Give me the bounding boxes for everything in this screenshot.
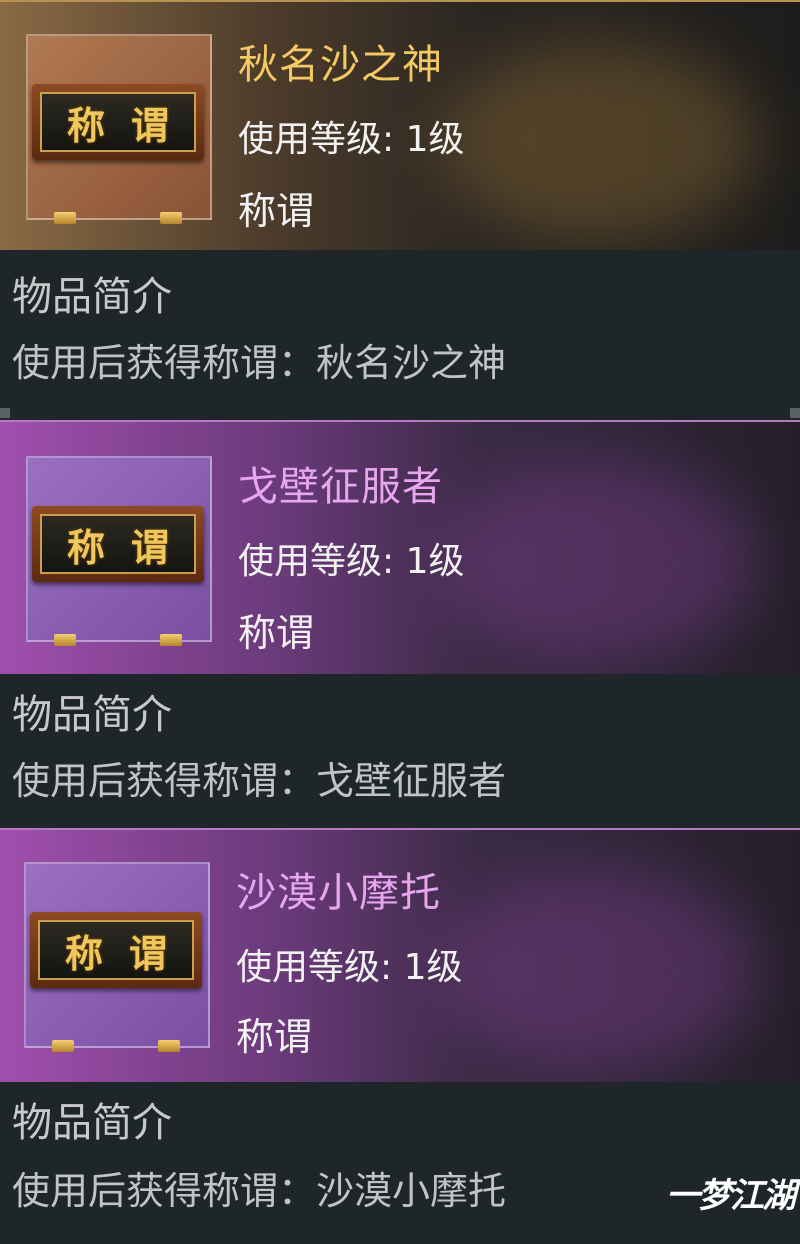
description-text: 使用后获得称谓：戈壁征服者: [12, 759, 507, 803]
description-title: 物品简介: [12, 274, 172, 320]
item-description: 物品简介 使用后获得称谓：沙漠小摩托: [0, 1082, 800, 1244]
item-type: 称谓: [238, 611, 315, 655]
description-title: 物品简介: [12, 692, 172, 738]
item-header: 称 谓 沙漠小摩托 使用等级: 1级 称谓: [0, 828, 800, 1082]
title-plaque-icon: 称 谓: [30, 912, 202, 1052]
item-level: 使用等级: 1级: [238, 541, 465, 582]
item-card-1[interactable]: 称 谓 秋名沙之神 使用等级: 1级 称谓 物品简介 使用后获得称谓：秋名沙之神: [0, 0, 800, 420]
item-header: 称 谓 秋名沙之神 使用等级: 1级 称谓: [0, 0, 800, 250]
description-text: 使用后获得称谓：沙漠小摩托: [12, 1169, 507, 1213]
item-type: 称谓: [236, 1015, 313, 1059]
item-type: 称谓: [238, 189, 315, 233]
description-text: 使用后获得称谓：秋名沙之神: [12, 341, 507, 385]
item-name: 沙漠小摩托: [236, 870, 441, 916]
title-plaque-icon: 称 谓: [32, 84, 204, 224]
item-icon[interactable]: 称 谓: [26, 456, 212, 646]
item-description: 物品简介 使用后获得称谓：秋名沙之神: [0, 250, 800, 420]
game-logo: 一梦江湖: [666, 1176, 796, 1216]
item-icon[interactable]: 称 谓: [24, 862, 210, 1052]
item-level: 使用等级: 1级: [236, 947, 463, 988]
item-name: 戈壁征服者: [238, 464, 443, 510]
title-plaque-icon: 称 谓: [32, 506, 204, 646]
item-icon[interactable]: 称 谓: [26, 34, 212, 224]
description-title: 物品简介: [12, 1100, 172, 1146]
item-card-2[interactable]: 称 谓 戈壁征服者 使用等级: 1级 称谓 物品简介 使用后获得称谓：戈壁征服者: [0, 420, 800, 828]
item-description: 物品简介 使用后获得称谓：戈壁征服者: [0, 674, 800, 828]
item-name: 秋名沙之神: [238, 42, 443, 88]
item-header: 称 谓 戈壁征服者 使用等级: 1级 称谓: [0, 420, 800, 674]
item-level: 使用等级: 1级: [238, 119, 465, 160]
